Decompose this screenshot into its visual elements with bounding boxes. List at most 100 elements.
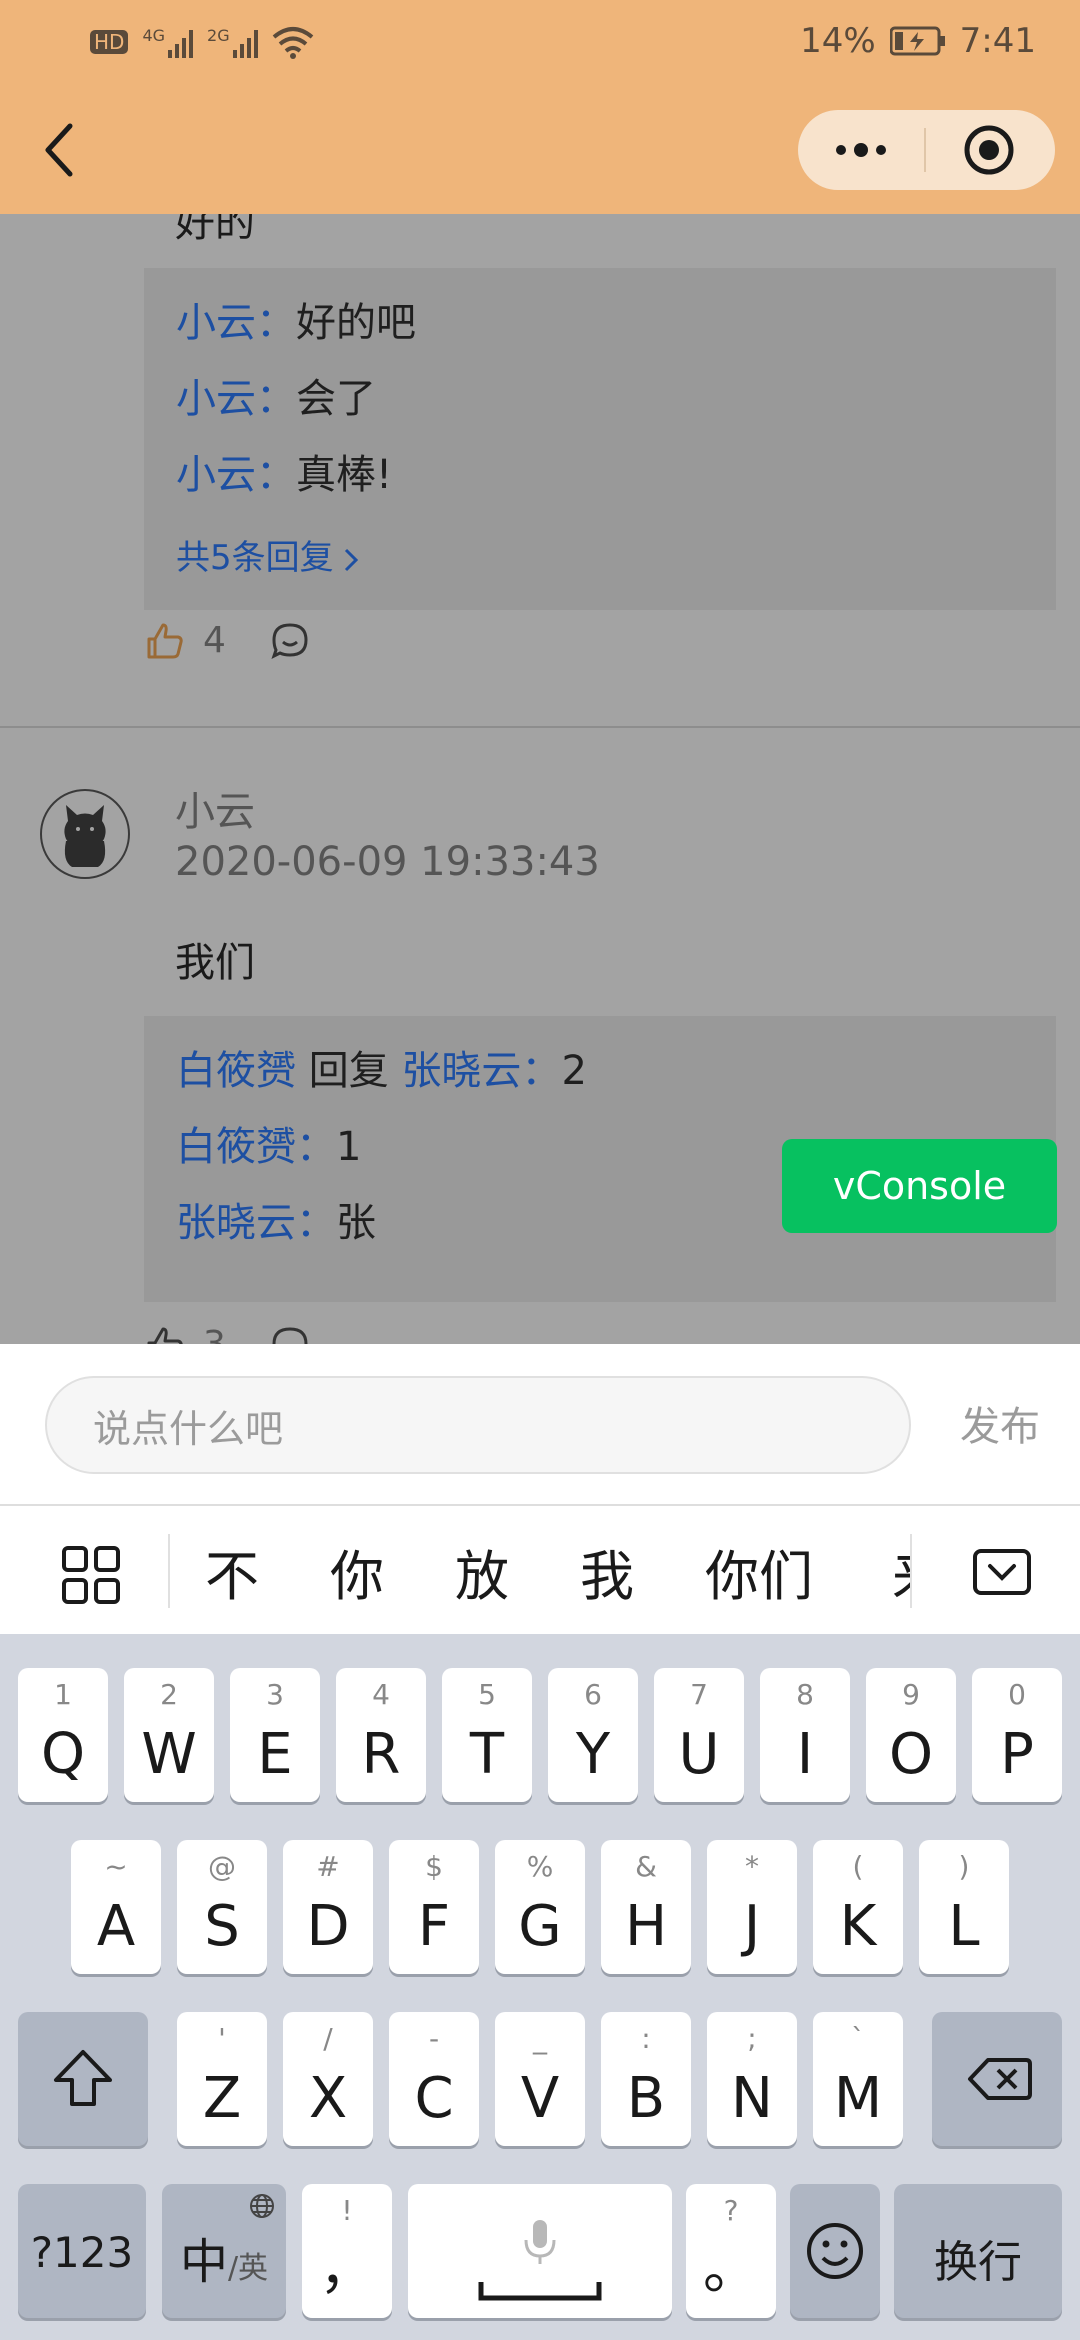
reply-item[interactable]: 白筱赟 回复 张晓云：2: [176, 1038, 587, 1096]
candidate-word[interactable]: 你们: [705, 1532, 813, 1611]
comment-divider: [0, 726, 1080, 728]
ime-menu-grid-icon[interactable]: [60, 1544, 122, 1606]
emoji-key[interactable]: [790, 2184, 880, 2318]
key-x[interactable]: / X: [283, 2012, 373, 2146]
chevron-right-icon: [344, 548, 358, 571]
key-l[interactable]: ) L: [919, 1840, 1009, 1974]
comment-text-partial: 好的: [175, 214, 255, 246]
smiley-icon: [807, 2223, 863, 2279]
key-b[interactable]: :B: [601, 2012, 691, 2146]
candidate-word[interactable]: 来: [892, 1532, 910, 1611]
soft-keyboard: 1Q 2W 3E 4R 5T 6Y 7U 8I 9O 0P ~ A @ S # D $…: [0, 1634, 1080, 2340]
numbers-key[interactable]: ?123: [18, 2184, 146, 2318]
key-h[interactable]: & H: [601, 1840, 691, 1974]
microphone-icon: [524, 2220, 556, 2264]
reply-target[interactable]: 张晓云：: [401, 1048, 561, 1094]
reply-author[interactable]: 小云：: [176, 300, 296, 346]
key-o[interactable]: 9O: [866, 1668, 956, 1802]
key-f[interactable]: $ F: [389, 1840, 479, 1974]
globe-icon: [250, 2194, 274, 2218]
candidate-word[interactable]: 我: [580, 1532, 634, 1611]
comment-bubble-icon[interactable]: [270, 621, 310, 661]
key-m[interactable]: ` M: [813, 2012, 903, 2146]
key-d[interactable]: # D: [283, 1840, 373, 1974]
signal-4g-icon: 4G: [142, 26, 194, 58]
like-count: 4: [203, 620, 226, 661]
key-v[interactable]: _ V: [495, 2012, 585, 2146]
key-r[interactable]: 4R: [336, 1668, 426, 1802]
battery-charging-icon: [889, 26, 945, 56]
key-i[interactable]: 8I: [760, 1668, 850, 1802]
publish-button[interactable]: 发布: [960, 1394, 1040, 1452]
signal-2g-icon: 2G: [207, 26, 258, 58]
reply-text: 真棒!: [296, 452, 393, 498]
candidate-word[interactable]: 放: [455, 1532, 509, 1611]
key-q[interactable]: 1Q: [18, 1668, 108, 1802]
top-bar: HD 4G 2G 14% 7:41: [0, 0, 1080, 214]
more-button[interactable]: [798, 110, 924, 190]
reply-author[interactable]: 小云：: [176, 376, 296, 422]
shift-key[interactable]: [18, 2012, 148, 2146]
reply-text: 2: [561, 1048, 587, 1094]
shift-arrow-icon: [54, 2050, 112, 2106]
key-a[interactable]: ~ A: [71, 1840, 161, 1974]
key-n[interactable]: ; N: [707, 2012, 797, 2146]
candidate-word[interactable]: 你: [330, 1532, 384, 1611]
status-indicators: HD 4G 2G: [90, 22, 314, 62]
reply-text: 好的吧: [296, 300, 416, 346]
key-s[interactable]: @ S: [177, 1840, 267, 1974]
collapse-keyboard-icon[interactable]: [972, 1548, 1032, 1596]
language-switch-key[interactable]: 中/英: [162, 2184, 286, 2318]
thumbs-up-icon[interactable]: [145, 1325, 185, 1345]
reply-item[interactable]: 张晓云：张: [176, 1190, 376, 1248]
reply-verb: 回复: [296, 1048, 402, 1094]
comment-username[interactable]: 小云: [175, 779, 255, 837]
comment-timestamp: 2020-06-09 19:33:43: [175, 839, 600, 885]
comment-text: 我们: [175, 940, 255, 986]
reply-item[interactable]: 小云：真棒!: [176, 442, 392, 500]
period-key[interactable]: ? 。: [686, 2184, 776, 2318]
comment-input-bar: 说点什么吧 发布: [0, 1344, 1080, 1506]
reply-text: 1: [336, 1124, 362, 1170]
more-dots-icon: [836, 143, 886, 157]
enter-key[interactable]: 换行: [894, 2184, 1062, 2318]
comment-input[interactable]: 说点什么吧: [45, 1376, 911, 1474]
back-arrow-icon[interactable]: [40, 120, 80, 180]
comment-list[interactable]: 好的 小云：好的吧 小云：会了 小云：真棒! 共5条回复 4 小云 2020-0…: [0, 214, 1080, 1344]
reply-author[interactable]: 小云：: [176, 452, 296, 498]
key-g[interactable]: % G: [495, 1840, 585, 1974]
comment-bubble-icon[interactable]: [270, 1325, 310, 1345]
key-j[interactable]: * J: [707, 1840, 797, 1974]
key-c[interactable]: -C: [389, 2012, 479, 2146]
view-more-replies-link[interactable]: 共5条回复: [176, 530, 362, 579]
cat-avatar-icon: [64, 805, 106, 867]
reply-author[interactable]: 白筱赟: [176, 1048, 296, 1094]
space-bar-icon: [478, 2282, 602, 2301]
key-z[interactable]: ' Z: [177, 2012, 267, 2146]
backspace-key[interactable]: [932, 2012, 1062, 2146]
thumbs-up-icon[interactable]: [145, 621, 185, 661]
reply-box[interactable]: 小云：好的吧 小云：会了 小云：真棒! 共5条回复: [144, 268, 1056, 610]
key-u[interactable]: 7U: [654, 1668, 744, 1802]
comma-key[interactable]: ! ，: [302, 2184, 392, 2318]
reply-author[interactable]: 白筱赟：: [176, 1124, 336, 1170]
key-p[interactable]: 0P: [972, 1668, 1062, 1802]
key-y[interactable]: 6Y: [548, 1668, 638, 1802]
close-button[interactable]: [926, 110, 1052, 190]
key-t[interactable]: 5T: [442, 1668, 532, 1802]
reply-item[interactable]: 小云：好的吧: [176, 290, 416, 348]
space-key[interactable]: [408, 2184, 672, 2318]
vconsole-button[interactable]: vConsole: [782, 1139, 1057, 1233]
key-k[interactable]: (K: [813, 1840, 903, 1974]
avatar[interactable]: [40, 789, 130, 879]
reply-author[interactable]: 张晓云：: [176, 1200, 336, 1246]
reply-item[interactable]: 小云：会了: [176, 366, 376, 424]
key-w[interactable]: 2W: [124, 1668, 214, 1802]
status-right: 14% 7:41: [800, 18, 1036, 64]
clock: 7:41: [959, 21, 1036, 61]
candidate-list: 不 你 放 我 你们 来: [170, 1506, 910, 1634]
reply-item[interactable]: 白筱赟：1: [176, 1114, 361, 1172]
key-e[interactable]: 3E: [230, 1668, 320, 1802]
candidate-word[interactable]: 不: [205, 1532, 259, 1611]
battery-percent: 14%: [800, 21, 876, 61]
